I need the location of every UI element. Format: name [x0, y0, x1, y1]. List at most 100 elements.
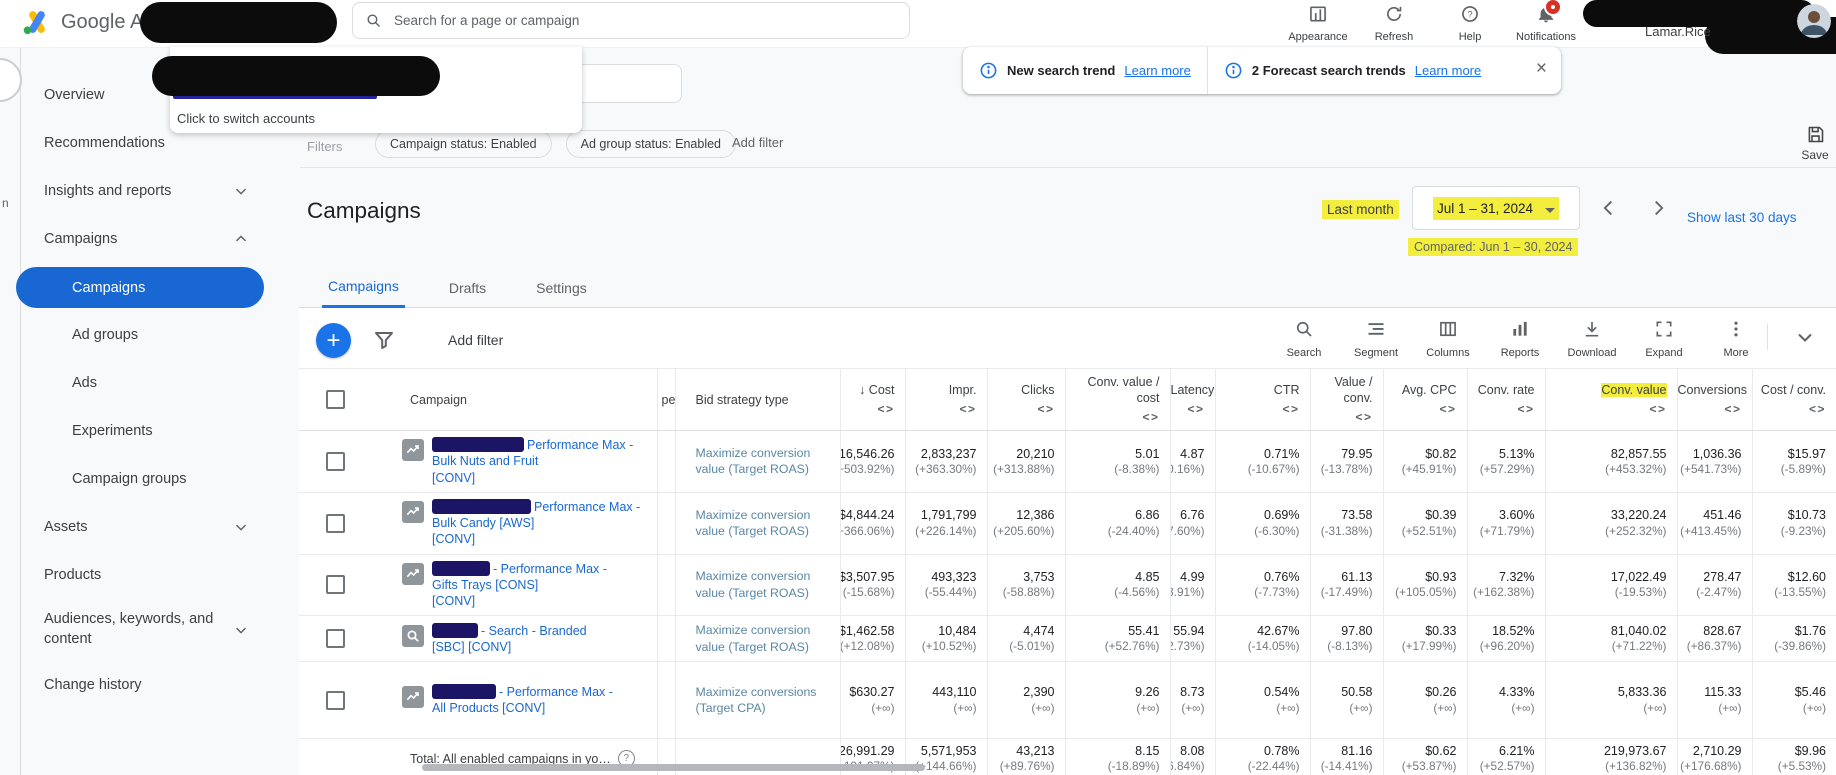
global-search-input[interactable] [392, 12, 897, 29]
compare-columns-icon[interactable]: <> [1384, 402, 1457, 416]
compare-columns-icon[interactable]: <> [1216, 402, 1300, 416]
metric-cell: 0.78% (-22.44%) [1214, 738, 1310, 775]
new-campaign-button[interactable]: + [316, 323, 351, 358]
compare-columns-icon[interactable]: <> [1171, 402, 1205, 416]
learn-more-link[interactable]: Learn more [1124, 63, 1190, 78]
column-header-text: Impr. [948, 383, 977, 398]
date-range-picker[interactable]: Jul 1 – 31, 2024 [1412, 186, 1580, 230]
column-header-conv-value-cost[interactable]: Conv. value / cost <> [1064, 368, 1170, 431]
compare-columns-icon[interactable]: <> [1678, 402, 1742, 416]
previous-period-button[interactable] [1598, 197, 1622, 221]
metric-value: 4.87 [1180, 446, 1205, 461]
compare-columns-icon[interactable]: <> [906, 402, 977, 416]
compare-columns-icon[interactable]: <> [988, 402, 1055, 416]
metric-value: 12,386 [1016, 508, 1055, 523]
column-header-value-conv[interactable]: Value / conv. <> [1309, 368, 1383, 431]
row-checkbox[interactable] [326, 690, 345, 710]
column-header-campaign[interactable]: Campaign [389, 368, 657, 431]
columns-button[interactable]: Columns [1423, 319, 1473, 359]
column-header-clicks[interactable]: Clicks <> [986, 368, 1065, 431]
add-filter-button[interactable]: Add filter [448, 332, 503, 348]
campaign-link[interactable]: - Performance Max - All Products [CONV] [432, 684, 613, 717]
select-all-checkbox[interactable] [326, 390, 345, 409]
campaign-link[interactable]: - Performance Max - Gifts Trays [CONS] [CO… [432, 560, 607, 610]
sidebar-item-assets[interactable]: Assets [20, 503, 300, 551]
tab-campaigns[interactable]: Campaigns [322, 278, 405, 308]
campaign-link[interactable]: Performance Max - Bulk Nuts and Fruit [CON… [432, 437, 633, 486]
reports-button[interactable]: Reports [1495, 319, 1545, 359]
metric-delta: (+226.14%) [915, 523, 977, 538]
collapse-toolbar-button[interactable] [1793, 325, 1817, 349]
more-button[interactable]: More [1711, 319, 1761, 359]
filter-chip-campaign-status-enabled[interactable]: Campaign status: Enabled [375, 130, 552, 158]
column-header-conv-value[interactable]: Conv. value <> [1544, 368, 1677, 431]
sidebar-item-insights-and-reports[interactable]: Insights and reports [20, 167, 300, 215]
metric-value: $4,844.24 [840, 508, 895, 523]
metric-delta: (+366.06%) [841, 523, 895, 538]
sidebar-item-audiences-keywords-and-content[interactable]: Audiences, keywords, and content [20, 599, 300, 661]
row-checkbox[interactable] [326, 451, 345, 471]
help-button[interactable]: ? Help [1444, 1, 1496, 43]
campaign-link[interactable]: - Search - Branded [SBC] [CONV] [432, 622, 587, 656]
compare-columns-icon[interactable]: <> [1468, 402, 1535, 416]
compare-columns-icon[interactable]: <> [1066, 410, 1160, 424]
compare-columns-icon[interactable]: <> [1546, 402, 1667, 416]
segment-button[interactable]: Segment [1351, 319, 1401, 359]
learn-more-link[interactable]: Learn more [1415, 63, 1481, 78]
column-header-bid-strategy-type[interactable]: Bid strategy type [674, 368, 840, 431]
chevron-down-icon [1545, 207, 1556, 218]
add-filter-button[interactable]: Add filter [732, 135, 783, 150]
more-icon [1726, 319, 1746, 344]
search-button[interactable]: Search [1279, 319, 1329, 359]
compare-columns-icon[interactable]: <> [841, 402, 895, 416]
notifications-button[interactable]: Notifications [1516, 0, 1576, 43]
appearance-button[interactable]: Appearance [1288, 1, 1348, 43]
metric-delta: (+∞) [1031, 700, 1055, 715]
sidebar-item-products[interactable]: Products [20, 551, 300, 599]
row-checkbox[interactable] [326, 629, 345, 649]
column-header-cost[interactable]: ↓ Cost <> [839, 368, 905, 431]
compare-columns-icon[interactable]: <> [1311, 410, 1373, 424]
avatar[interactable] [1797, 4, 1831, 38]
status-header [351, 368, 389, 431]
column-header-conversions[interactable]: Conversions <> [1676, 368, 1752, 431]
sidebar-item-campaign-groups[interactable]: Campaign groups [20, 455, 300, 503]
sidebar-item-ads[interactable]: Ads [20, 359, 300, 407]
sidebar-item-campaigns[interactable]: Campaigns [20, 215, 300, 263]
save-button[interactable]: Save [1793, 124, 1836, 162]
row-checkbox[interactable] [326, 575, 345, 595]
metric-delta: (+45.91%) [1401, 461, 1457, 476]
horizontal-scrollbar[interactable] [422, 764, 925, 771]
column-header-label: ↓ Cost [841, 383, 894, 399]
metric-value: $1.76 [1794, 623, 1826, 638]
column-header-conv-rate[interactable]: Conv. rate <> [1466, 368, 1545, 431]
campaign-wrap: - Performance Max - All Products [CONV] [389, 678, 657, 723]
sidebar-item-ad-groups[interactable]: Ad groups [20, 311, 300, 359]
tab-settings[interactable]: Settings [530, 280, 593, 307]
row-checkbox[interactable] [326, 513, 345, 533]
next-period-button[interactable] [1647, 197, 1671, 221]
refresh-button[interactable]: Refresh [1368, 1, 1420, 43]
metric-value: 43,213 [1016, 743, 1055, 758]
expand-button[interactable]: Expand [1639, 319, 1689, 359]
download-button[interactable]: Download [1567, 319, 1617, 359]
show-last-30-days-link[interactable]: Show last 30 days [1687, 210, 1797, 225]
column-header-impr[interactable]: Impr. <> [904, 368, 987, 431]
filter-funnel-icon[interactable] [372, 328, 396, 352]
metric-delta: (+12.08%) [840, 639, 895, 654]
campaign-link[interactable]: Performance Max - Bulk Candy [AWS] [CONV] [432, 498, 640, 548]
column-header-ctr[interactable]: CTR <> [1214, 368, 1310, 431]
filter-chip-ad-group-status-enabled[interactable]: Ad group status: Enabled [565, 130, 736, 158]
sidebar-item-experiments[interactable]: Experiments [20, 407, 300, 455]
column-header-cost-conv[interactable]: Cost / conv. <> [1751, 368, 1836, 431]
tab-drafts[interactable]: Drafts [443, 280, 492, 307]
sidebar-item-change-history[interactable]: Change history [20, 661, 300, 709]
column-header-avg-cpc[interactable]: Avg. CPC <> [1382, 368, 1467, 431]
compare-columns-icon[interactable]: <> [1753, 402, 1826, 416]
notification-banner: New search trend Learn more 2 Forecast s… [963, 47, 1561, 94]
column-header-latency[interactable]: Latency <> [1169, 368, 1215, 431]
close-icon[interactable]: × [1536, 59, 1547, 78]
global-search[interactable] [352, 2, 910, 39]
sidebar-item-campaigns[interactable]: Campaigns [16, 267, 264, 308]
row-status-cell [351, 554, 389, 617]
